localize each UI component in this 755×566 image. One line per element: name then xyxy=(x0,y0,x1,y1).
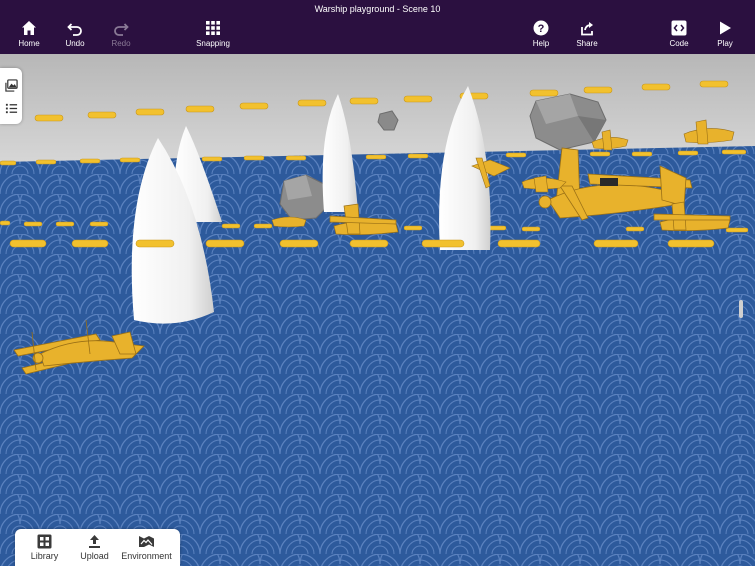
grid-icon xyxy=(206,21,220,35)
upload-icon xyxy=(89,535,100,548)
environment-button[interactable]: Environment xyxy=(119,534,174,561)
scene-viewport[interactable] xyxy=(0,54,755,566)
home-icon xyxy=(22,21,36,35)
share-icon xyxy=(581,22,593,36)
list-icon[interactable] xyxy=(5,102,18,115)
gallery-icon[interactable] xyxy=(5,79,18,92)
library-button[interactable]: Library xyxy=(17,534,72,561)
redo-icon xyxy=(114,23,129,36)
library-icon xyxy=(37,534,52,549)
help-icon: ? xyxy=(533,20,549,36)
home-button[interactable]: Home xyxy=(4,20,54,48)
undo-icon xyxy=(67,23,82,36)
code-icon xyxy=(671,20,687,36)
home-label: Home xyxy=(18,39,40,48)
library-label: Library xyxy=(30,551,59,561)
code-button[interactable]: Code xyxy=(654,20,704,48)
share-label: Share xyxy=(576,39,598,48)
environment-icon xyxy=(139,536,154,547)
play-button[interactable]: Play xyxy=(700,20,750,48)
environment-label: Environment xyxy=(121,551,172,561)
upload-button[interactable]: Upload xyxy=(67,534,122,561)
scroll-handle[interactable] xyxy=(739,300,743,318)
snapping-label: Snapping xyxy=(196,39,230,48)
code-label: Code xyxy=(669,39,689,48)
redo-label: Redo xyxy=(111,39,131,48)
bottom-toolbar: Library Upload Environment xyxy=(15,529,180,566)
share-button[interactable]: Share xyxy=(562,20,612,48)
biplane-distant-3 xyxy=(271,216,307,228)
top-toolbar: Warship playground - Scene 10 Home Undo … xyxy=(0,0,755,54)
side-panel-tab[interactable] xyxy=(0,68,22,124)
snapping-button[interactable]: Snapping xyxy=(188,20,238,48)
undo-button[interactable]: Undo xyxy=(50,20,100,48)
scene-render xyxy=(0,54,755,566)
sky xyxy=(0,54,755,162)
help-button[interactable]: ? Help xyxy=(516,20,566,48)
window-title: Warship playground - Scene 10 xyxy=(314,4,441,14)
upload-label: Upload xyxy=(80,551,109,561)
undo-label: Undo xyxy=(65,39,85,48)
redo-button[interactable]: Redo xyxy=(96,20,146,48)
svg-text:?: ? xyxy=(538,23,545,35)
play-icon xyxy=(720,21,731,35)
help-label: Help xyxy=(532,39,550,48)
play-label: Play xyxy=(717,39,733,48)
